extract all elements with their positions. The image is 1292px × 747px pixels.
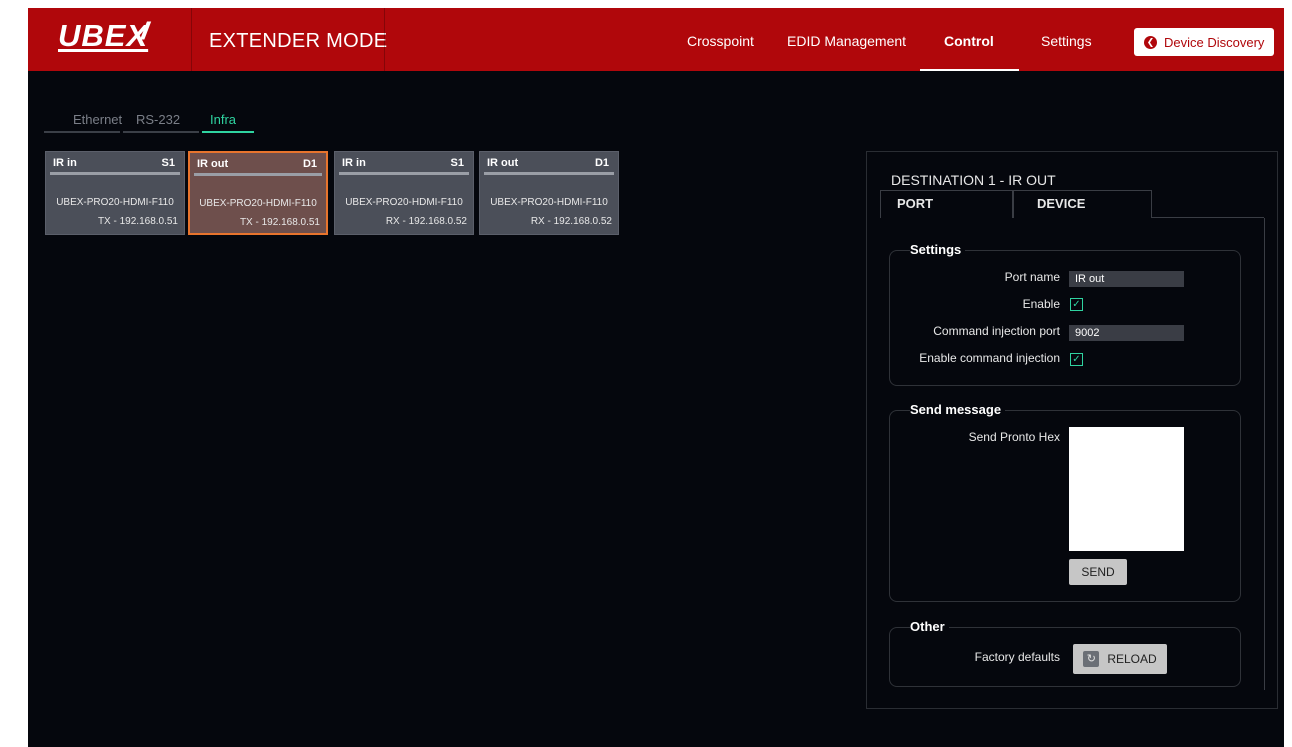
- reload-label: RELOAD: [1107, 652, 1157, 666]
- command-injection-port-input[interactable]: 9002: [1069, 325, 1184, 341]
- port-slot: D1: [594, 157, 609, 169]
- send-pronto-hex-label: Send Pronto Hex: [968, 430, 1060, 444]
- device-model: UBEX-PRO20-HDMI-F110: [56, 197, 174, 208]
- tab-port[interactable]: PORT: [880, 190, 1013, 218]
- device-discovery-button[interactable]: ❮ Device Discovery: [1134, 28, 1274, 56]
- port-card-ir-out-tx[interactable]: IR out D1 UBEX-PRO20-HDMI-F110 TX - 192.1…: [188, 151, 328, 235]
- nav-edid-management[interactable]: EDID Management: [787, 33, 906, 49]
- other-legend: Other: [910, 619, 949, 634]
- tab-rs232-underline: [123, 131, 199, 133]
- port-status-bar: [339, 172, 469, 175]
- port-status-bar: [484, 172, 614, 175]
- pronto-hex-textarea[interactable]: [1069, 427, 1184, 551]
- enable-label: Enable: [1022, 297, 1060, 311]
- top-bar: UBEX /// EXTENDER MODE Crosspoint EDID M…: [28, 8, 1284, 71]
- device-model: UBEX-PRO20-HDMI-F110: [490, 197, 608, 208]
- active-nav-indicator: [920, 69, 1019, 71]
- device-model: UBEX-PRO20-HDMI-F110: [345, 197, 463, 208]
- tab-ethernet-underline: [44, 131, 120, 133]
- factory-defaults-label: Factory defaults: [974, 650, 1060, 664]
- port-slot: S1: [450, 157, 464, 169]
- port-slot: S1: [161, 157, 175, 169]
- ubex-logo[interactable]: UBEX: [58, 18, 148, 54]
- tab-rs232[interactable]: RS-232: [136, 112, 180, 127]
- port-name: IR out: [197, 158, 229, 170]
- command-injection-port-label: Command injection port: [933, 324, 1060, 338]
- reload-button[interactable]: ↻ RELOAD: [1073, 644, 1167, 674]
- send-button[interactable]: SEND: [1069, 559, 1127, 585]
- enable-command-injection-checkbox[interactable]: ✓: [1070, 353, 1083, 366]
- header-divider: [384, 8, 385, 71]
- tab-infra[interactable]: Infra: [210, 112, 236, 127]
- back-arrow-icon: ❮: [1144, 35, 1157, 49]
- port-card-ir-in-tx[interactable]: IR in S1 UBEX-PRO20-HDMI-F110 TX - 192.16…: [45, 151, 185, 235]
- device-address: RX - 192.168.0.52: [530, 216, 612, 227]
- device-address: RX - 192.168.0.52: [385, 216, 467, 227]
- panel-title: DESTINATION 1 - IR OUT: [891, 172, 1056, 188]
- device-model: UBEX-PRO20-HDMI-F110: [199, 198, 317, 209]
- settings-legend: Settings: [910, 242, 966, 257]
- port-name-label: Port name: [1004, 270, 1060, 284]
- port-slot: D1: [302, 158, 317, 170]
- logo-chevron-marks: ///: [141, 18, 149, 45]
- device-discovery-label: Device Discovery: [1164, 34, 1265, 50]
- tab-infra-underline: [202, 131, 254, 133]
- tab-ethernet[interactable]: Ethernet: [73, 112, 122, 127]
- nav-settings[interactable]: Settings: [1041, 33, 1092, 49]
- send-message-legend: Send message: [910, 402, 1006, 417]
- tab-device[interactable]: DEVICE: [1013, 190, 1152, 218]
- port-name: IR out: [487, 157, 519, 169]
- port-status-bar: [194, 173, 322, 176]
- tabs-baseline: [1152, 217, 1264, 218]
- settings-fieldset: [889, 250, 1241, 386]
- port-name-input[interactable]: IR out: [1069, 271, 1184, 287]
- enable-command-injection-label: Enable command injection: [919, 351, 1060, 365]
- port-name: IR in: [53, 157, 77, 169]
- send-message-fieldset: [889, 410, 1241, 602]
- port-status-bar: [50, 172, 180, 175]
- tab-body-border: [1264, 218, 1265, 690]
- other-fieldset: [889, 627, 1241, 687]
- device-address: TX - 192.168.0.51: [97, 216, 178, 227]
- nav-control[interactable]: Control: [944, 33, 994, 49]
- device-address: TX - 192.168.0.51: [239, 217, 320, 228]
- reload-icon: ↻: [1083, 651, 1100, 667]
- enable-checkbox[interactable]: ✓: [1070, 298, 1083, 311]
- port-name: IR in: [342, 157, 366, 169]
- mode-title: EXTENDER MODE: [209, 30, 388, 52]
- port-card-ir-in-rx[interactable]: IR in S1 UBEX-PRO20-HDMI-F110 RX - 192.16…: [334, 151, 474, 235]
- nav-crosspoint[interactable]: Crosspoint: [687, 33, 754, 49]
- header-divider: [191, 8, 192, 71]
- port-card-ir-out-rx[interactable]: IR out D1 UBEX-PRO20-HDMI-F110 RX - 192.1…: [479, 151, 619, 235]
